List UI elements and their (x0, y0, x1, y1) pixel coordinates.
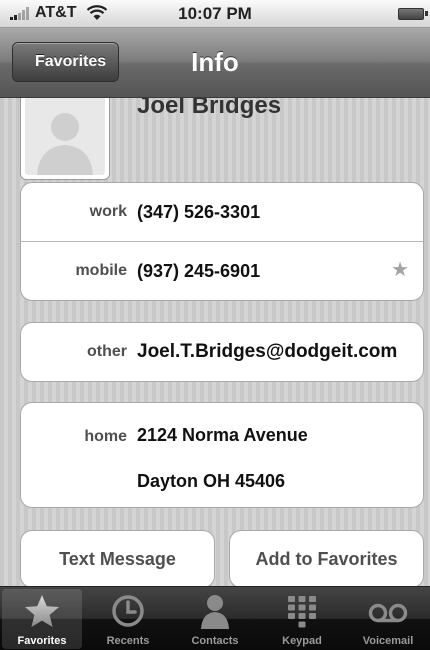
contact-detail: Joel Bridges work (347) 526-3301 mobile … (0, 98, 430, 586)
tab-label: Favorites (17, 635, 67, 647)
address-row[interactable]: home 2124 Norma Avenue Dayton OH 45406 (21, 403, 423, 507)
contact-avatar[interactable] (20, 98, 110, 180)
keypad-icon (288, 596, 316, 628)
tab-bar: Favorites Recents Contacts Keypad Voicem… (0, 586, 430, 650)
contact-name: Joel Bridges (137, 98, 282, 119)
star-icon (25, 595, 59, 627)
address-group: home 2124 Norma Avenue Dayton OH 45406 (20, 402, 424, 508)
address-line-1: 2124 Norma Avenue (137, 425, 308, 445)
phone-number: (347) 526-3301 (137, 202, 261, 222)
phone-number: (937) 245-6901 (137, 261, 261, 281)
phone-row-mobile[interactable]: mobile (937) 245-6901 ★ (21, 241, 423, 300)
person-silhouette-icon (37, 113, 93, 175)
tab-contacts[interactable]: Contacts (175, 589, 255, 649)
tab-keypad[interactable]: Keypad (262, 589, 342, 649)
tab-label: Keypad (282, 635, 322, 647)
navigation-bar: Favorites Info (0, 28, 430, 98)
clock-icon (112, 595, 144, 627)
tab-recents[interactable]: Recents (88, 589, 168, 649)
phone-label: mobile (75, 262, 127, 279)
email-address: Joel.T.Bridges@dodgeit.com (137, 341, 398, 362)
email-group: other Joel.T.Bridges@dodgeit.com (20, 322, 424, 382)
phone-group: work (347) 526-3301 mobile (937) 245-690… (20, 182, 424, 301)
battery-icon (398, 8, 428, 20)
address-line-2: Dayton OH 45406 (137, 471, 286, 491)
person-icon (201, 595, 229, 629)
text-message-button[interactable]: Text Message (20, 530, 215, 586)
tab-label: Contacts (191, 635, 239, 647)
favorite-star-icon: ★ (391, 259, 409, 281)
status-time: 10:07 PM (178, 4, 252, 23)
tab-voicemail[interactable]: Voicemail (348, 589, 428, 649)
status-bar: AT&T 10:07 PM (0, 0, 430, 28)
phone-row-work[interactable]: work (347) 526-3301 (21, 183, 423, 241)
phone-label: work (89, 203, 127, 220)
tab-label: Recents (106, 635, 150, 647)
email-row[interactable]: other Joel.T.Bridges@dodgeit.com (21, 323, 423, 381)
voicemail-icon (368, 603, 408, 623)
tab-favorites[interactable]: Favorites (2, 589, 82, 649)
page-title: Info (191, 47, 239, 77)
email-label: other (87, 343, 127, 360)
address-label: home (84, 428, 127, 445)
add-to-favorites-button[interactable]: Add to Favorites (229, 530, 424, 586)
tab-label: Voicemail (362, 635, 414, 647)
